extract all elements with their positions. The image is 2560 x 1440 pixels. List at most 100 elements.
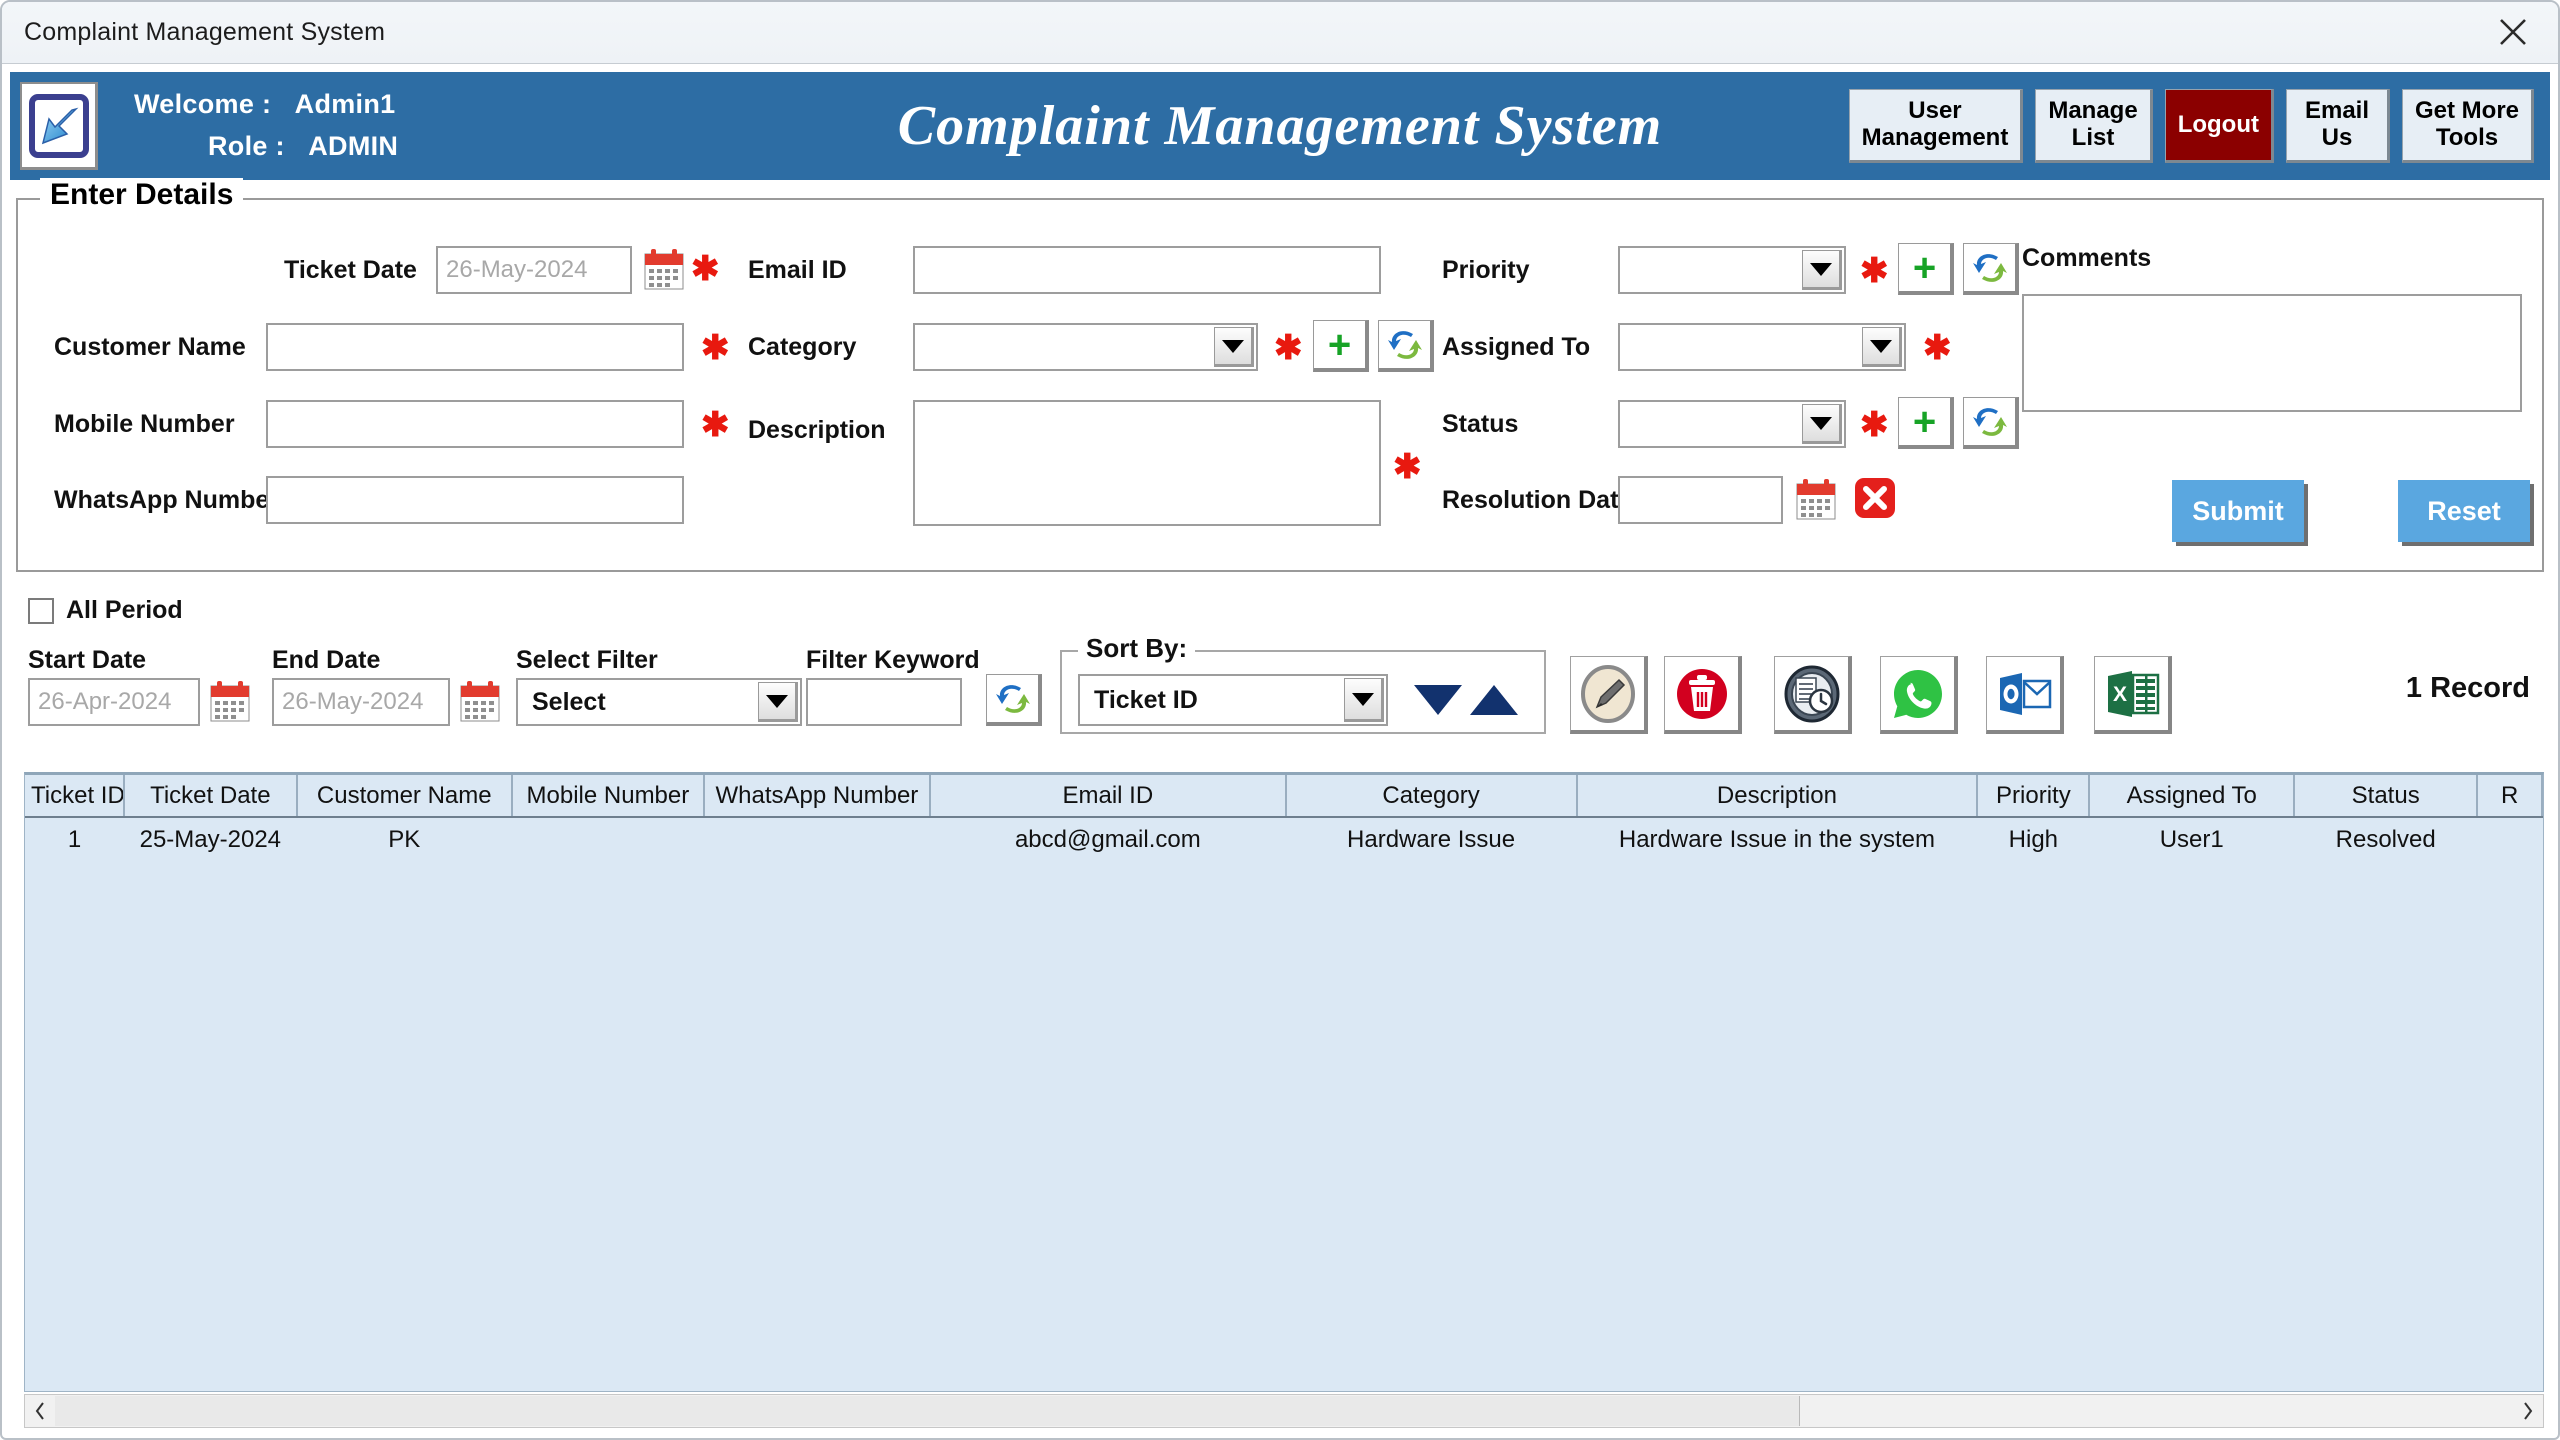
reset-button[interactable]: Reset [2398, 480, 2530, 542]
column-header-assigned-to[interactable]: Assigned To [2089, 775, 2294, 817]
close-icon[interactable] [2482, 8, 2544, 56]
history-clock-icon [1783, 665, 1841, 723]
cell-mobile-number [512, 817, 704, 861]
column-header-category[interactable]: Category [1286, 775, 1577, 817]
cell-customer-name: PK [297, 817, 512, 861]
export-excel-button[interactable]: X [2094, 656, 2172, 734]
manage-list-button[interactable]: Manage List [2035, 89, 2152, 163]
category-required-marker: ✱ [1274, 331, 1303, 365]
calendar-icon[interactable] [210, 680, 250, 722]
delete-record-button[interactable] [1664, 656, 1742, 734]
all-period-checkbox-row[interactable]: All Period [28, 596, 183, 625]
record-count-label: 1 Record [2406, 672, 2530, 705]
email-us-button[interactable]: Email Us [2286, 89, 2390, 163]
description-required-marker: ✱ [1393, 450, 1422, 484]
ticket-date-input[interactable]: 26-May-2024 [436, 246, 632, 294]
plus-icon: + [1328, 331, 1351, 359]
filter-keyword-label: Filter Keyword [806, 646, 980, 675]
whatsapp-number-input[interactable] [266, 476, 684, 524]
cell-email-id: abcd@gmail.com [930, 817, 1286, 861]
assigned-to-select[interactable] [1618, 323, 1906, 371]
filter-keyword-input[interactable] [806, 678, 962, 726]
resolution-date-input[interactable] [1618, 476, 1783, 524]
comments-textarea[interactable] [2022, 294, 2522, 412]
category-select[interactable] [913, 323, 1258, 371]
grid-horizontal-scrollbar[interactable] [24, 1394, 2544, 1428]
column-header-resolution-date[interactable]: R [2477, 775, 2542, 817]
calendar-icon[interactable] [644, 248, 684, 290]
end-date-input[interactable]: 26-May-2024 [272, 678, 450, 726]
logout-button[interactable]: Logout [2165, 89, 2274, 163]
status-required-marker: ✱ [1860, 408, 1889, 442]
user-management-button[interactable]: User Management [1849, 89, 2024, 163]
column-header-priority[interactable]: Priority [1977, 775, 2089, 817]
mobile-number-required-marker: ✱ [701, 408, 730, 442]
calendar-icon[interactable] [460, 680, 500, 722]
edit-record-button[interactable] [1570, 656, 1648, 734]
whatsapp-button[interactable] [1880, 656, 1958, 734]
refresh-icon [1972, 405, 2008, 439]
mobile-number-input[interactable] [266, 400, 684, 448]
customer-name-label: Customer Name [54, 333, 246, 362]
status-select[interactable] [1618, 400, 1846, 448]
email-id-label: Email ID [748, 256, 847, 285]
assigned-to-required-marker: ✱ [1923, 331, 1952, 365]
description-textarea[interactable] [913, 400, 1381, 526]
refresh-filters-button[interactable] [986, 674, 1042, 726]
calendar-icon[interactable] [1796, 478, 1836, 520]
cell-priority: High [1977, 817, 2089, 861]
records-table: Ticket ID Ticket Date Customer Name Mobi… [25, 775, 2543, 861]
chevron-down-icon[interactable] [1802, 250, 1842, 290]
welcome-value: Admin1 [295, 89, 396, 119]
chevron-down-icon[interactable] [758, 682, 798, 722]
refresh-status-button[interactable] [1963, 397, 2019, 449]
chevron-down-icon[interactable] [1862, 327, 1902, 367]
scrollbar-thumb[interactable] [55, 1396, 1800, 1426]
mobile-number-label: Mobile Number [54, 410, 235, 439]
enter-details-legend: Enter Details [40, 178, 243, 212]
sort-by-select[interactable]: Ticket ID [1078, 674, 1388, 726]
start-date-input[interactable]: 26-Apr-2024 [28, 678, 200, 726]
column-header-ticket-id[interactable]: Ticket ID [25, 775, 124, 817]
add-category-button[interactable]: + [1313, 320, 1369, 372]
clear-red-x-icon[interactable] [1853, 476, 1897, 525]
ticket-date-label: Ticket Date [284, 256, 417, 285]
customer-name-input[interactable] [266, 323, 684, 371]
scroll-right-icon[interactable] [2513, 1395, 2543, 1427]
column-header-email-id[interactable]: Email ID [930, 775, 1286, 817]
all-period-checkbox[interactable] [28, 598, 54, 624]
sort-descending-button[interactable] [1410, 674, 1466, 726]
submit-button[interactable]: Submit [2172, 480, 2304, 542]
column-header-mobile-number[interactable]: Mobile Number [512, 775, 704, 817]
add-priority-button[interactable]: + [1898, 243, 1954, 295]
app-window: Complaint Management System Welcome : Ad… [0, 0, 2560, 1440]
chevron-down-icon[interactable] [1802, 404, 1842, 444]
sort-ascending-button[interactable] [1466, 674, 1522, 726]
history-button[interactable] [1774, 656, 1852, 734]
sort-ascending-icon [1470, 685, 1518, 715]
column-header-status[interactable]: Status [2294, 775, 2477, 817]
priority-select[interactable] [1618, 246, 1846, 294]
email-id-input[interactable] [913, 246, 1381, 294]
chevron-down-icon[interactable] [1344, 678, 1384, 722]
add-status-button[interactable]: + [1898, 397, 1954, 449]
cell-status: Resolved [2294, 817, 2477, 861]
column-header-whatsapp-number[interactable]: WhatsApp Number [704, 775, 930, 817]
table-row[interactable]: 1 25-May-2024 PK abcd@gmail.com Hardware… [25, 817, 2542, 861]
select-filter-select[interactable]: Select [516, 678, 802, 726]
outlook-email-button[interactable] [1986, 656, 2064, 734]
cell-category: Hardware Issue [1286, 817, 1577, 861]
column-header-ticket-date[interactable]: Ticket Date [124, 775, 296, 817]
comments-label: Comments [2022, 244, 2151, 273]
enter-details-panel: Enter Details Ticket Date 26-May-2024 ✱ … [16, 198, 2544, 572]
refresh-priority-button[interactable] [1963, 243, 2019, 295]
column-header-description[interactable]: Description [1577, 775, 1978, 817]
window-titlebar: Complaint Management System [2, 2, 2558, 64]
column-header-customer-name[interactable]: Customer Name [297, 775, 512, 817]
scrollbar-track[interactable] [55, 1395, 2513, 1427]
chevron-down-icon[interactable] [1214, 327, 1254, 367]
get-more-tools-button[interactable]: Get More Tools [2402, 89, 2534, 163]
records-grid[interactable]: Ticket ID Ticket Date Customer Name Mobi… [24, 772, 2544, 1392]
refresh-category-button[interactable] [1378, 320, 1434, 372]
scroll-left-icon[interactable] [25, 1395, 55, 1427]
